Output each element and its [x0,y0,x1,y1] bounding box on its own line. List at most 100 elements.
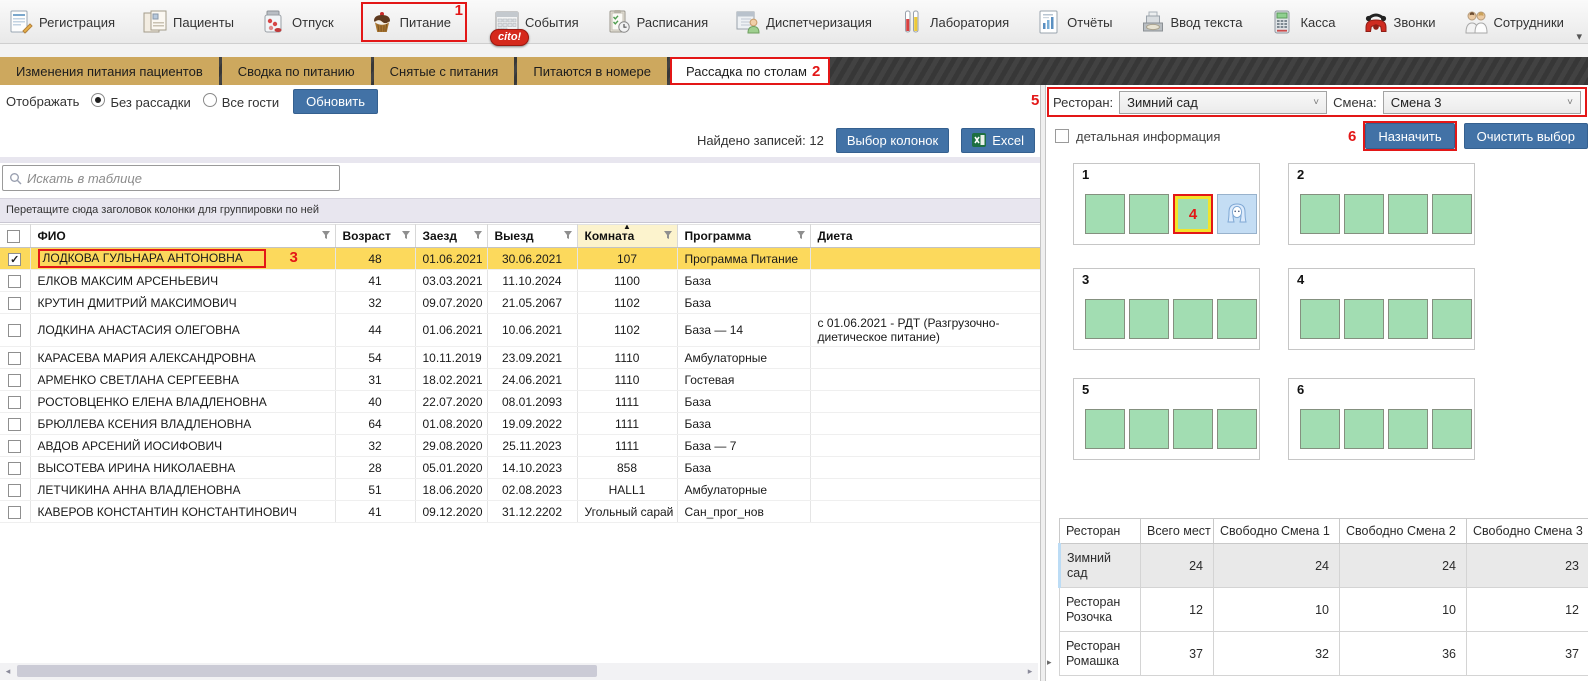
table-row[interactable]: ЕЛКОВ МАКСИМ АРСЕНЬЕВИЧ4103.03.202111.10… [0,270,1040,292]
seat-free[interactable] [1432,299,1472,339]
toolbar-item-patients[interactable]: Пациенты [142,2,234,42]
toolbar-item-events[interactable]: Событияcito! [494,2,579,42]
tab-changes[interactable]: Изменения питания пациентов [0,57,219,85]
filter-icon[interactable] [563,229,573,243]
column-header-4[interactable]: Комната▲ [577,225,677,248]
seat-free[interactable] [1300,194,1340,234]
seat-free[interactable] [1129,299,1169,339]
seat-free[interactable] [1344,409,1384,449]
seat-free[interactable] [1388,409,1428,449]
row-checkbox[interactable] [8,440,21,453]
summary-column-header-1[interactable]: Всего мест [1141,519,1214,544]
summary-row[interactable]: Ресторан Розочка12101012 [1060,588,1588,632]
tab-in-room[interactable]: Питаются в номере [517,57,667,85]
table-row[interactable]: ЛЕТЧИКИНА АННА ВЛАДЛЕНОВНА5118.06.202002… [0,479,1040,501]
column-header-6[interactable]: Диета [810,225,1040,248]
column-header-3[interactable]: Выезд [487,225,577,248]
toolbar-item-food[interactable]: Питание1 [361,2,467,42]
toolbar-item-staff[interactable]: Сотрудники [1463,2,1564,42]
summary-row[interactable]: Зимний сад24242423 [1060,544,1588,588]
summary-column-header-4[interactable]: Свободно Смена 3 [1467,519,1588,544]
table-row[interactable]: КАРАСЕВА МАРИЯ АЛЕКСАНДРОВНА5410.11.2019… [0,347,1040,369]
toolbar-item-text-entry[interactable]: Ввод текста [1140,2,1243,42]
excel-export-button[interactable]: Excel [961,128,1035,153]
seat-free[interactable] [1129,194,1169,234]
toolbar-item-laboratory[interactable]: Лаборатория [899,2,1009,42]
select-all-header[interactable] [0,225,30,248]
column-header-0[interactable]: ФИО [30,225,335,248]
display-option-radio-1[interactable] [203,93,217,107]
table-row[interactable]: РОСТОВЦЕНКО ЕЛЕНА ВЛАДЛЕНОВНА4022.07.202… [0,391,1040,413]
seat-free[interactable] [1085,194,1125,234]
search-input[interactable] [27,171,333,186]
seat-free[interactable] [1129,409,1169,449]
toolbar-item-schedules[interactable]: Расписания [606,2,708,42]
row-checkbox[interactable] [8,275,21,288]
toolbar-item-reports[interactable]: Отчёты [1036,2,1112,42]
seat-free[interactable] [1217,409,1257,449]
seat-free[interactable] [1173,409,1213,449]
table-row[interactable]: АРМЕНКО СВЕТЛАНА СЕРГЕЕВНА3118.02.202124… [0,369,1040,391]
select-all-checkbox[interactable] [7,230,20,243]
summary-column-header-0[interactable]: Ресторан [1060,519,1141,544]
row-checkbox[interactable] [8,253,21,266]
toolbar-overflow-icon[interactable]: ▾ [1576,30,1582,43]
seat-free[interactable] [1300,299,1340,339]
table-row[interactable]: КАВЕРОВ КОНСТАНТИН КОНСТАНТИНОВИЧ4109.12… [0,501,1040,523]
seat-occupied[interactable] [1217,194,1257,234]
row-checkbox[interactable] [8,506,21,519]
column-chooser-button[interactable]: Выбор колонок [836,128,949,153]
filter-icon[interactable] [321,229,331,243]
summary-column-header-3[interactable]: Свободно Смена 2 [1340,519,1467,544]
tab-summary[interactable]: Сводка по питанию [222,57,371,85]
seat-free[interactable] [1085,409,1125,449]
scroll-left-icon[interactable]: ◂ [0,666,16,677]
filter-icon[interactable] [663,229,673,243]
table-row[interactable]: АВДОВ АРСЕНИЙ ИОСИФОВИЧ3229.08.202025.11… [0,435,1040,457]
column-header-2[interactable]: Заезд [415,225,487,248]
refresh-button[interactable]: Обновить [293,89,378,114]
seat-free[interactable] [1344,299,1384,339]
row-checkbox[interactable] [8,484,21,497]
seat-selected[interactable]: 4 [1173,194,1213,234]
toolbar-item-dispatch[interactable]: Диспетчеризация [735,2,872,42]
scrollbar-thumb[interactable] [17,665,597,677]
seat-free[interactable] [1173,299,1213,339]
column-header-5[interactable]: Программа [677,225,810,248]
table-row[interactable]: КРУТИН ДМИТРИЙ МАКСИМОВИЧ3209.07.202021.… [0,292,1040,314]
filter-icon[interactable] [796,229,806,243]
table-row[interactable]: БРЮЛЛЕВА КСЕНИЯ ВЛАДЛЕНОВНА6401.08.20201… [0,413,1040,435]
seat-free[interactable] [1388,194,1428,234]
row-checkbox[interactable] [8,297,21,310]
seat-free[interactable] [1432,194,1472,234]
summary-column-header-2[interactable]: Свободно Смена 1 [1214,519,1340,544]
table-row[interactable]: ЛОДКИНА АНАСТАСИЯ ОЛЕГОВНА4401.06.202110… [0,314,1040,347]
table-row[interactable]: ЛОДКОВА ГУЛЬНАРА АНТОНОВНА34801.06.20213… [0,248,1040,270]
toolbar-item-registration[interactable]: Регистрация [8,2,115,42]
row-checkbox[interactable] [8,374,21,387]
row-checkbox[interactable] [8,396,21,409]
row-checkbox[interactable] [8,418,21,431]
tab-seating[interactable]: Рассадка по столам2 [670,57,830,85]
summary-row[interactable]: Ресторан Ромашка37323637 [1060,632,1588,676]
tab-removed[interactable]: Снятые с питания [374,57,515,85]
column-header-1[interactable]: Возраст [335,225,415,248]
seat-free[interactable] [1388,299,1428,339]
row-checkbox[interactable] [8,352,21,365]
row-checkbox[interactable] [8,462,21,475]
filter-icon[interactable] [401,229,411,243]
filter-icon[interactable] [473,229,483,243]
seat-free[interactable] [1300,409,1340,449]
seat-free[interactable] [1217,299,1257,339]
seat-free[interactable] [1432,409,1472,449]
seat-free[interactable] [1344,194,1384,234]
toolbar-item-cash[interactable]: Касса [1269,2,1335,42]
scroll-right-icon[interactable]: ▸ [1022,666,1038,677]
table-row[interactable]: ВЫСОТЕВА ИРИНА НИКОЛАЕВНА2805.01.202014.… [0,457,1040,479]
row-checkbox[interactable] [8,324,21,337]
summary-scroll-right-icon[interactable]: ▸ [1047,657,1052,668]
horizontal-scrollbar[interactable]: ◂ ▸ [0,663,1038,680]
seat-free[interactable] [1085,299,1125,339]
toolbar-item-vacation[interactable]: Отпуск [261,2,334,42]
toolbar-item-calls[interactable]: Звонки [1363,2,1436,42]
